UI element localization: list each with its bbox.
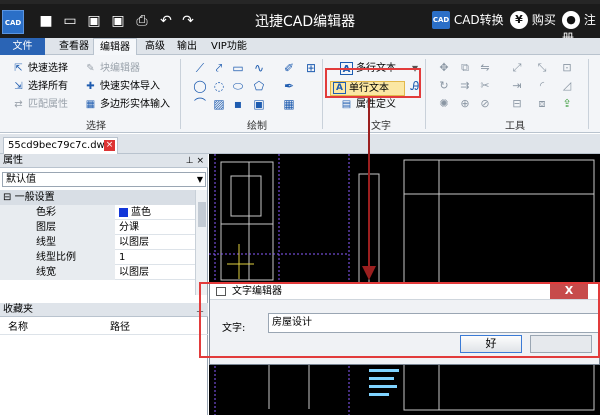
annotation-arrow (362, 98, 376, 280)
